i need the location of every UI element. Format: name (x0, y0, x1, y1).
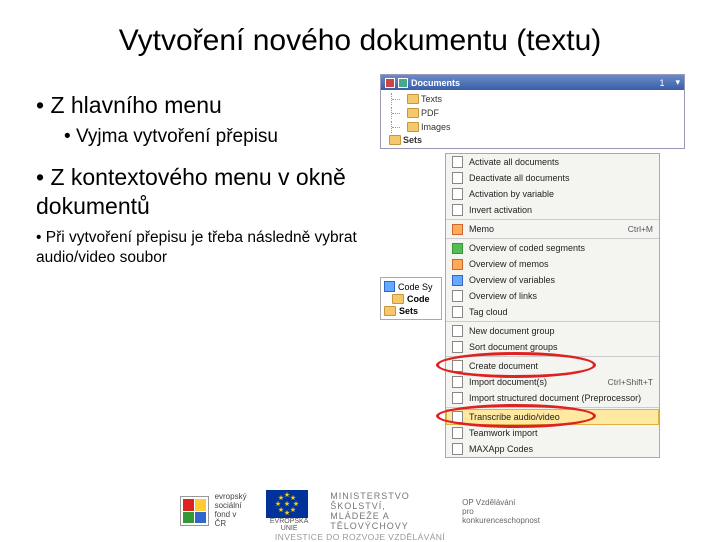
menu-item[interactable]: Overview of memos (446, 256, 659, 272)
menu-item[interactable]: Overview of links (446, 288, 659, 304)
menu-item[interactable]: Overview of coded segments (446, 240, 659, 256)
bullet-2: • Z kontextového menu v okně dokumentů (30, 163, 380, 221)
tree-item: PDF (383, 106, 682, 120)
menu-item[interactable]: Tag cloud (446, 304, 659, 320)
footer-logos: evropský sociální fond v ČR EVROPSKÁ UNI… (180, 490, 540, 532)
menu-item[interactable]: Import document(s)Ctrl+Shift+T (446, 374, 659, 390)
footer-caption: INVESTICE DO ROZVOJE VZDĚLÁVÁNÍ (0, 532, 720, 542)
menu-item[interactable]: Invert activation (446, 202, 659, 218)
menu-item[interactable]: Teamwork import (446, 425, 659, 441)
text-column: • Z hlavního menu • Vyjma vytvoření přep… (30, 74, 380, 458)
menu-item[interactable]: Sort document groups (446, 339, 659, 355)
slide-title: Vytvoření nového dokumentu (textu) (0, 0, 720, 74)
menu-item[interactable]: Transcribe audio/video (446, 409, 659, 425)
menu-item[interactable]: Deactivate all documents (446, 170, 659, 186)
menu-item[interactable]: New document group (446, 323, 659, 339)
menu-item[interactable]: Activation by variable (446, 186, 659, 202)
menu-item[interactable]: MAXApp Codes (446, 441, 659, 457)
eu-logo: EVROPSKÁ UNIE (266, 490, 312, 532)
panel-count: 1 (659, 78, 664, 88)
panel-menu-icon: ▾ (675, 77, 680, 88)
tree-item: Texts (383, 92, 682, 106)
menu-item[interactable]: Activate all documents (446, 154, 659, 170)
tree-body: Texts PDF Images Sets (381, 90, 684, 148)
bullet-1: • Z hlavního menu (30, 92, 380, 119)
screenshot-column: Documents 1 ▾ Texts PDF Images Sets Acti… (380, 74, 685, 458)
opvk-logo: OP Vzdělávání pro konkurenceschopnost (462, 498, 540, 525)
panel-header: Documents 1 ▾ (381, 75, 684, 90)
menu-item[interactable]: Create document (446, 358, 659, 374)
tree-item: Sets (383, 134, 682, 146)
esf-logo: evropský sociální fond v ČR (180, 493, 248, 528)
bullet-1a: • Vyjma vytvoření přepisu (64, 125, 380, 149)
panel-title: Documents (411, 78, 460, 88)
menu-item[interactable]: Import structured document (Preprocessor… (446, 390, 659, 406)
panel-icon-2 (398, 78, 408, 88)
menu-item[interactable]: Overview of variables (446, 272, 659, 288)
documents-panel: Documents 1 ▾ Texts PDF Images Sets (380, 74, 685, 149)
context-menu: Activate all documentsDeactivate all doc… (445, 153, 660, 458)
code-system-panel: Code Sy Code Sets (380, 277, 442, 320)
bullet-3: • Při vytvoření přepisu je třeba následn… (36, 228, 380, 267)
msmt-logo: MINISTERSTVO ŠKOLSTVÍ, MLÁDEŽE A TĚLOVÝC… (330, 491, 444, 531)
tree-item: Images (383, 120, 682, 134)
panel-icon (385, 78, 395, 88)
menu-item[interactable]: MemoCtrl+M (446, 221, 659, 237)
